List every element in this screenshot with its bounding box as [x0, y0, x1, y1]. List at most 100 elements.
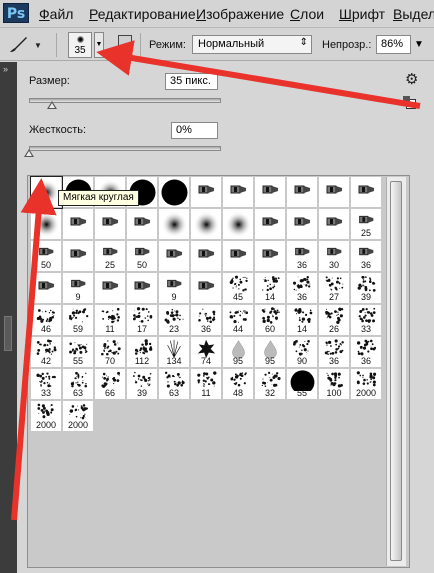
menu-item-4[interactable]: Слои [290, 6, 324, 22]
brush-preset-cell[interactable] [127, 273, 158, 304]
size-slider[interactable] [29, 98, 221, 103]
brush-preset-cell[interactable] [255, 209, 286, 240]
brush-tool-icon[interactable] [6, 33, 30, 55]
brush-preset-cell[interactable]: 60 [255, 305, 286, 336]
brush-preset-cell[interactable]: 14 [287, 305, 318, 336]
brush-preset-cell[interactable]: 50 [127, 241, 158, 272]
brush-preset-cell[interactable] [319, 177, 350, 208]
brush-preset-cell[interactable] [223, 177, 254, 208]
brush-preset-cell[interactable]: 95 [255, 337, 286, 368]
scrollbar-thumb[interactable] [390, 181, 402, 561]
brush-preset-cell[interactable] [255, 241, 286, 272]
brush-preset-cell[interactable] [95, 273, 126, 304]
brush-preset-cell[interactable]: 23 [159, 305, 190, 336]
brush-preset-cell[interactable] [31, 209, 62, 240]
brush-preset-cell[interactable]: 14 [255, 273, 286, 304]
brush-preset-cell[interactable]: 74 [191, 337, 222, 368]
brush-preset-cell[interactable]: 2000 [31, 401, 62, 432]
brush-picker-dropdown-button[interactable]: ▼ [94, 32, 104, 58]
brush-preset-cell[interactable]: 70 [95, 337, 126, 368]
brush-preset-cell[interactable]: 36 [351, 241, 382, 272]
brush-preset-cell[interactable] [191, 241, 222, 272]
brush-preset-cell[interactable]: 26 [319, 305, 350, 336]
brush-preset-cell[interactable]: 46 [31, 305, 62, 336]
brush-preset-cell[interactable] [191, 273, 222, 304]
blend-mode-select[interactable]: Нормальный ⇕ [192, 35, 312, 54]
brush-preset-cell[interactable]: 17 [127, 305, 158, 336]
brush-preset-cell[interactable] [63, 241, 94, 272]
brush-preset-cell[interactable]: 30 [319, 241, 350, 272]
brush-preset-cell[interactable]: 63 [63, 369, 94, 400]
brush-preset-cell[interactable] [223, 209, 254, 240]
gear-icon[interactable]: ⚙ [405, 70, 418, 88]
brush-preset-cell[interactable] [287, 209, 318, 240]
new-preset-icon[interactable] [403, 96, 416, 109]
brush-preset-cell[interactable]: 134 [159, 337, 190, 368]
brush-preset-cell[interactable]: 11 [95, 305, 126, 336]
brush-preset-cell[interactable]: 9 [159, 273, 190, 304]
brush-preset-cell[interactable]: 39 [127, 369, 158, 400]
brush-preset-cell[interactable]: 112 [127, 337, 158, 368]
menu-item-5[interactable]: Шрифт [339, 6, 385, 22]
brush-preset-cell[interactable]: 2000 [63, 401, 94, 432]
brush-preset-cell[interactable] [191, 209, 222, 240]
brush-preset-cell[interactable]: 9 [63, 273, 94, 304]
brush-preset-cell[interactable]: 33 [351, 305, 382, 336]
brush-preset-cell[interactable]: 42 [31, 337, 62, 368]
brush-preset-cell[interactable] [95, 209, 126, 240]
brush-preset-cell[interactable]: 95 [223, 337, 254, 368]
menu-item-3[interactable]: Изображение [196, 6, 284, 22]
collapse-icon[interactable]: » [3, 64, 8, 74]
brush-preset-cell[interactable] [351, 177, 382, 208]
brush-preset-cell[interactable]: 44 [223, 305, 254, 336]
hardness-slider-thumb[interactable] [24, 149, 34, 157]
hardness-input[interactable]: 0% [171, 122, 218, 139]
brush-preset-cell[interactable]: 66 [95, 369, 126, 400]
brush-preset-cell[interactable] [159, 209, 190, 240]
size-input[interactable]: 35 пикс. [165, 73, 218, 90]
brush-preset-cell[interactable] [223, 241, 254, 272]
brush-panel-toggle-icon[interactable] [118, 35, 132, 51]
brush-preset-cell[interactable]: 50 [31, 241, 62, 272]
brush-preset-cell[interactable] [127, 209, 158, 240]
brush-preset-cell[interactable]: 55 [287, 369, 318, 400]
brush-preset-cell[interactable]: 55 [63, 337, 94, 368]
brush-preset-cell[interactable] [159, 177, 190, 208]
menu-item-6[interactable]: Выделе [393, 6, 434, 22]
brush-preset-cell[interactable] [31, 273, 62, 304]
brush-preset-cell[interactable]: 36 [287, 273, 318, 304]
scrollbar[interactable] [386, 177, 406, 566]
brush-preset-cell[interactable]: 63 [159, 369, 190, 400]
dock-tab[interactable] [4, 316, 12, 351]
brush-preset-cell[interactable] [319, 209, 350, 240]
brush-preset-cell[interactable]: 36 [351, 337, 382, 368]
brush-preset-cell[interactable]: 45 [223, 273, 254, 304]
brush-preset-cell[interactable]: 33 [31, 369, 62, 400]
brush-preset-cell[interactable]: 39 [351, 273, 382, 304]
brush-preset-cell[interactable]: 36 [287, 241, 318, 272]
tool-preset-dropdown-icon[interactable]: ▼ [34, 41, 42, 50]
brush-preset-cell[interactable]: 100 [319, 369, 350, 400]
brush-preset-cell[interactable]: 48 [223, 369, 254, 400]
brush-preset-cell[interactable] [159, 241, 190, 272]
brush-preset-cell[interactable]: 59 [63, 305, 94, 336]
brush-preset-cell[interactable]: 25 [95, 241, 126, 272]
brush-preset-cell[interactable]: 2000 [351, 369, 382, 400]
brush-preset-cell[interactable] [287, 177, 318, 208]
brush-preset-cell[interactable]: 90 [287, 337, 318, 368]
menu-item-1[interactable]: Файл [39, 6, 73, 22]
brush-preset-cell[interactable] [63, 209, 94, 240]
brush-preset-cell[interactable]: 25 [351, 209, 382, 240]
brush-preset-cell[interactable]: 27 [319, 273, 350, 304]
opacity-dropdown-icon[interactable]: ▼ [414, 39, 424, 50]
brush-preset-cell[interactable]: 36 [319, 337, 350, 368]
brush-preset-cell[interactable]: 32 [255, 369, 286, 400]
brush-preset-cell[interactable]: 36 [191, 305, 222, 336]
size-slider-thumb[interactable] [47, 101, 58, 109]
menu-item-2[interactable]: Редактирование [89, 6, 196, 22]
hardness-slider[interactable] [29, 146, 221, 151]
brush-preset-cell[interactable] [255, 177, 286, 208]
brush-preset-cell[interactable] [191, 177, 222, 208]
brush-preset-cell[interactable]: 11 [191, 369, 222, 400]
brush-preset-picker-button[interactable]: 35 [68, 32, 92, 58]
